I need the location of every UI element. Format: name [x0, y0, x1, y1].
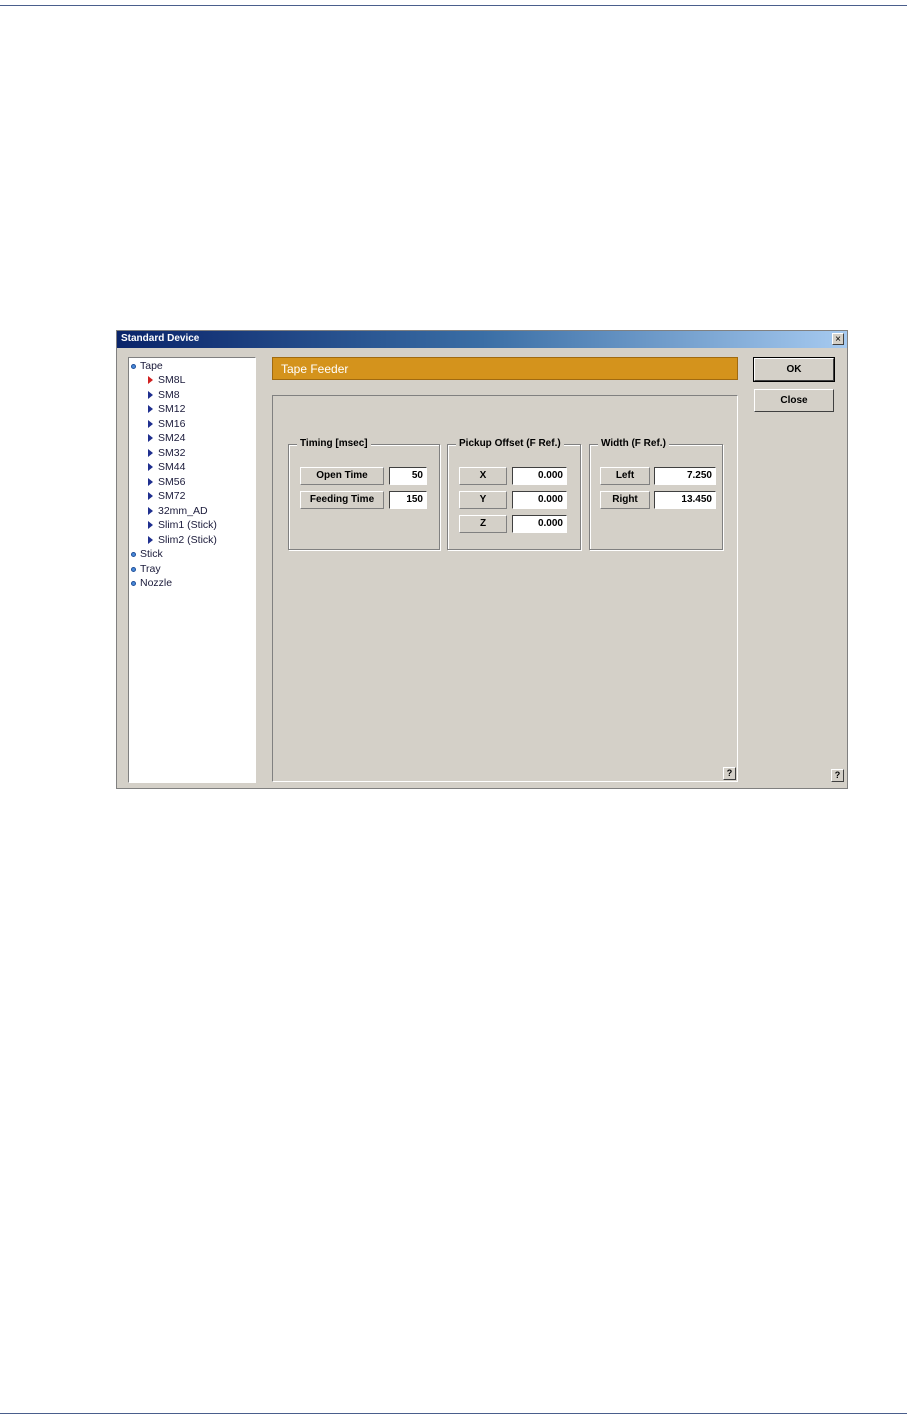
tree-item-label: SM8 — [158, 389, 180, 401]
standard-device-dialog: Standard Device × Tape SM8L SM8 SM12 SM1… — [116, 330, 848, 789]
arrow-right-icon — [148, 420, 153, 428]
tree-item-sm16[interactable]: SM16 — [148, 418, 185, 430]
dialog-help-button[interactable]: ? — [831, 769, 844, 782]
tree-item-label: SM56 — [158, 476, 186, 488]
tree-item-sm56[interactable]: SM56 — [148, 476, 185, 488]
arrow-right-icon — [148, 492, 153, 500]
window-title: Standard Device — [121, 333, 200, 344]
group-title: Width (F Ref.) — [598, 438, 669, 449]
arrow-right-icon — [148, 405, 153, 413]
group-title: Pickup Offset (F Ref.) — [456, 438, 564, 449]
tree-item-nozzle[interactable]: Nozzle — [131, 577, 172, 589]
settings-panel: Timing [msec] Open Time 50 Feeding Time … — [272, 395, 738, 782]
z-offset-field[interactable]: 0.000 — [512, 515, 567, 533]
tree-item-label: Slim2 (Stick) — [158, 534, 217, 546]
node-bullet-icon — [131, 566, 136, 572]
arrow-right-icon — [148, 449, 153, 457]
close-button[interactable]: Close — [754, 389, 834, 412]
tree-item-label: SM16 — [158, 418, 186, 430]
y-offset-field[interactable]: 0.000 — [512, 491, 567, 509]
arrow-right-icon — [148, 434, 153, 442]
tree-item-label: SM8L — [158, 374, 186, 386]
tree-item-sm24[interactable]: SM24 — [148, 432, 185, 444]
tree-item-label: 32mm_AD — [158, 505, 208, 517]
open-time-field[interactable]: 50 — [389, 467, 427, 485]
tree-item-stick[interactable]: Stick — [131, 548, 163, 560]
close-window-button[interactable]: × — [832, 333, 844, 345]
width-group: Width (F Ref.) Left 7.250 Right 13.450 — [589, 438, 723, 550]
tree-item-label: Stick — [140, 548, 163, 560]
open-time-label: Open Time — [300, 467, 384, 485]
tree-item-sm12[interactable]: SM12 — [148, 403, 185, 415]
tree-item-sm32[interactable]: SM32 — [148, 447, 185, 459]
tree-item-tape[interactable]: Tape — [131, 360, 163, 372]
tree-item-slim1-stick[interactable]: Slim1 (Stick) — [148, 519, 217, 531]
ok-button[interactable]: OK — [753, 357, 835, 382]
group-title: Timing [msec] — [297, 438, 371, 449]
arrow-right-icon — [148, 463, 153, 471]
tree-item-sm8l[interactable]: SM8L — [148, 374, 185, 386]
tree-item-label: Slim1 (Stick) — [158, 519, 217, 531]
left-width-field[interactable]: 7.250 — [654, 467, 716, 485]
arrow-right-icon — [148, 391, 153, 399]
section-title: Tape Feeder — [281, 362, 349, 376]
right-width-field[interactable]: 13.450 — [654, 491, 716, 509]
tree-item-tray[interactable]: Tray — [131, 563, 161, 575]
arrow-right-icon — [148, 376, 153, 384]
arrow-right-icon — [148, 536, 153, 544]
timing-group: Timing [msec] Open Time 50 Feeding Time … — [288, 438, 440, 550]
tree-item-slim2-stick[interactable]: Slim2 (Stick) — [148, 534, 217, 546]
right-label: Right — [600, 491, 650, 509]
y-label: Y — [459, 491, 507, 509]
node-bullet-icon — [131, 580, 136, 586]
tree-item-label: SM12 — [158, 403, 186, 415]
tree-item-sm44[interactable]: SM44 — [148, 461, 185, 473]
top-rule — [0, 5, 907, 6]
tree-item-label: Tray — [140, 563, 161, 575]
tree-item-label: SM32 — [158, 447, 186, 459]
tree-item-sm8[interactable]: SM8 — [148, 389, 180, 401]
tree-item-label: Nozzle — [140, 577, 173, 589]
tree-item-32mm-ad[interactable]: 32mm_AD — [148, 505, 208, 517]
node-bullet-icon — [131, 363, 136, 369]
x-label: X — [459, 467, 507, 485]
tree-item-label: Tape — [140, 360, 163, 372]
device-tree[interactable]: Tape SM8L SM8 SM12 SM16 SM24 SM32 SM44 S… — [128, 357, 256, 783]
left-label: Left — [600, 467, 650, 485]
bottom-rule — [0, 1413, 907, 1414]
feeding-time-label: Feeding Time — [300, 491, 384, 509]
tree-item-sm72[interactable]: SM72 — [148, 490, 185, 502]
tree-item-label: SM24 — [158, 432, 186, 444]
z-label: Z — [459, 515, 507, 533]
arrow-right-icon — [148, 478, 153, 486]
tree-item-label: SM44 — [158, 461, 186, 473]
title-bar[interactable]: Standard Device × — [117, 331, 847, 348]
arrow-right-icon — [148, 521, 153, 529]
pickup-offset-group: Pickup Offset (F Ref.) X 0.000 Y 0.000 Z… — [447, 438, 581, 550]
panel-help-button[interactable]: ? — [723, 767, 736, 780]
arrow-right-icon — [148, 507, 153, 515]
feeding-time-field[interactable]: 150 — [389, 491, 427, 509]
x-offset-field[interactable]: 0.000 — [512, 467, 567, 485]
node-bullet-icon — [131, 551, 136, 557]
section-header: Tape Feeder — [272, 357, 738, 380]
tree-item-label: SM72 — [158, 490, 186, 502]
